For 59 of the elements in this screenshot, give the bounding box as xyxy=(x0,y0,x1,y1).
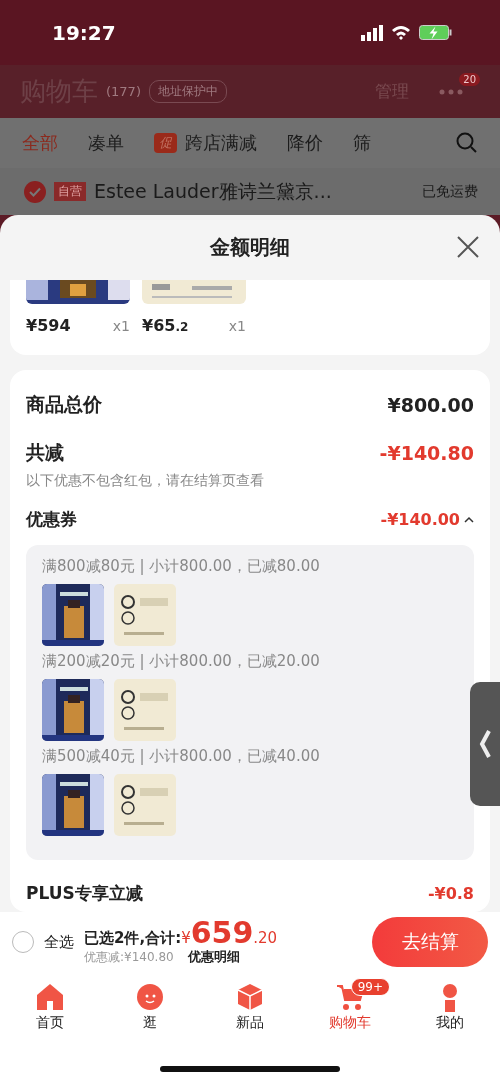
smiley-icon xyxy=(135,982,165,1012)
tab-bar-item[interactable]: 新品 xyxy=(210,982,290,1032)
checkmark-icon xyxy=(29,186,41,197)
coupon-rule: 满800减80元 | 小计800.00，已减80.00 xyxy=(42,557,321,576)
status-time: 19:27 xyxy=(52,20,116,45)
product-quantity: x1 xyxy=(228,318,246,334)
side-handle[interactable] xyxy=(470,682,500,806)
discount-note: 以下优惠不包含红包，请在结算页查看 xyxy=(26,472,265,490)
discount-value: -¥140.80 xyxy=(379,442,474,464)
address-badge[interactable]: 地址保护中 xyxy=(148,80,227,103)
store-checkbox[interactable] xyxy=(24,180,46,203)
message-badge: 20 xyxy=(459,72,480,86)
cart-count: (177) xyxy=(106,84,141,99)
wifi-icon xyxy=(391,25,411,40)
store-name[interactable]: Estee Lauder雅诗兰黛京... xyxy=(94,178,332,205)
search-icon[interactable] xyxy=(456,132,478,154)
total-label: 商品总价 xyxy=(26,392,102,417)
discount-label: 共减 xyxy=(26,440,64,465)
battery-icon xyxy=(419,25,452,40)
tab-bar-label: 新品 xyxy=(236,1014,264,1032)
cart-badge: 99+ xyxy=(350,978,390,996)
product-price: ¥594 xyxy=(26,316,71,335)
checkout-button[interactable]: 去结算 xyxy=(372,917,488,967)
promo-tag: 促 xyxy=(154,133,177,153)
signal-icon xyxy=(361,24,383,41)
coupon-rule: 满200减20元 | 小计800.00，已减20.00 xyxy=(42,652,321,671)
tab-bar-item[interactable]: 我的 xyxy=(410,982,490,1032)
cube-icon xyxy=(235,982,265,1012)
coupon-label: 优惠券 xyxy=(26,508,77,531)
tab-bar-label: 我的 xyxy=(436,1014,464,1032)
tab-label: 跨店满减 xyxy=(185,131,257,155)
plus-discount-label: PLUS专享立减 xyxy=(26,882,143,905)
store-tag: 自营 xyxy=(54,182,86,201)
close-button[interactable] xyxy=(456,235,480,259)
filter-tab[interactable]: 筛 xyxy=(353,131,371,155)
discount-detail-link[interactable]: 优惠明细 xyxy=(187,948,240,966)
product-price: ¥65.2 xyxy=(142,316,189,335)
product-quantity: x1 xyxy=(112,318,130,334)
coupon-rule: 满500减40元 | 小计800.00，已减40.00 xyxy=(42,747,321,766)
tab-bar-label: 购物车 xyxy=(329,1014,371,1032)
shipping-note: 已免运费 xyxy=(422,182,478,201)
discount-summary: 优惠减:¥140.80 xyxy=(84,949,174,966)
sheet-title: 金额明细 xyxy=(210,234,290,261)
coupon-value: -¥140.00 xyxy=(380,510,460,529)
tab-bar-item[interactable]: 逛 xyxy=(110,982,190,1032)
select-all-label[interactable]: 全选 xyxy=(44,932,74,952)
more-menu-icon[interactable] xyxy=(439,88,464,95)
filter-tab[interactable]: 促 跨店满减 xyxy=(154,131,257,155)
total-amount: ¥659.20 xyxy=(181,918,278,948)
chevron-up-icon[interactable] xyxy=(464,515,474,524)
home-icon xyxy=(35,982,65,1012)
tab-bar-label: 逛 xyxy=(143,1014,157,1032)
filter-tab[interactable]: 降价 xyxy=(287,131,323,155)
tab-bar-label: 首页 xyxy=(36,1014,64,1032)
total-value: ¥800.00 xyxy=(387,394,474,416)
plus-discount-value: -¥0.8 xyxy=(427,884,474,903)
selected-summary: 已选2件,合计: xyxy=(84,929,182,948)
filter-tab[interactable]: 凑单 xyxy=(88,131,124,155)
tab-bar-item[interactable]: 首页 xyxy=(10,982,90,1032)
